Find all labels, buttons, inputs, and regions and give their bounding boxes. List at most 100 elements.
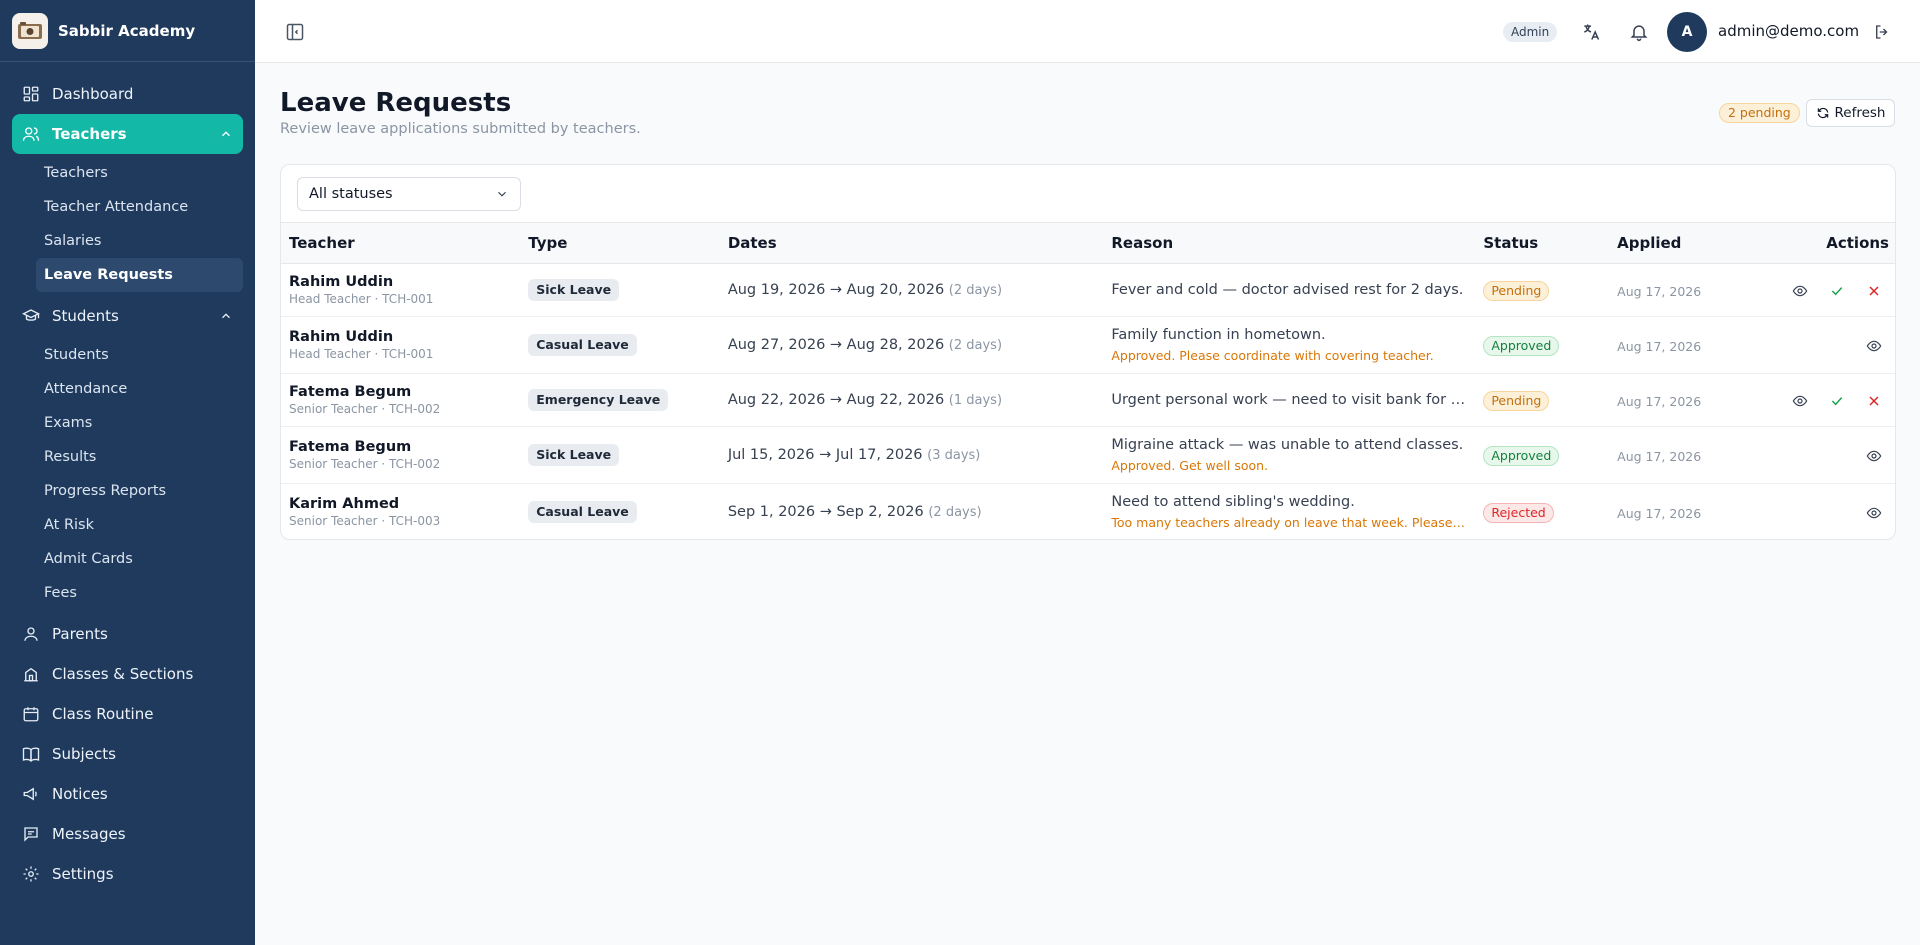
sidebar-item-parents[interactable]: Parents <box>12 614 243 654</box>
sidebar-item-students[interactable]: Students <box>12 296 243 336</box>
sidebar-item-settings[interactable]: Settings <box>12 854 243 894</box>
user-icon <box>22 625 40 643</box>
sidebar-item-label: Parents <box>52 625 108 643</box>
brand-name: Sabbir Academy <box>58 21 196 40</box>
column-header-reason[interactable]: Reason <box>1103 223 1475 264</box>
table-body: Rahim Uddin Head Teacher · TCH-001 Sick L… <box>281 263 1895 540</box>
view-eye-icon[interactable] <box>1865 504 1883 522</box>
teacher-name: Rahim Uddin <box>289 274 394 290</box>
leave-days: (2 days) <box>928 505 982 521</box>
table-row: Rahim Uddin Head Teacher · TCH-001 Casual… <box>281 316 1895 374</box>
teachers-submenu: Teachers Teacher Attendance Salaries Lea… <box>12 154 243 296</box>
leave-type-chip: Sick Leave <box>528 279 620 301</box>
approve-check-icon[interactable] <box>1828 392 1846 410</box>
brand[interactable]: Sabbir Academy <box>0 0 255 62</box>
leave-reason: Need to attend sibling's wedding. <box>1111 494 1355 511</box>
sidebar-item-label: Teachers <box>52 125 127 143</box>
refresh-icon <box>1817 107 1828 119</box>
column-header-status[interactable]: Status <box>1475 223 1609 264</box>
translate-icon[interactable] <box>1580 21 1602 43</box>
view-eye-icon[interactable] <box>1865 447 1883 465</box>
leave-dates: Aug 22, 2026 → Aug 22, 2026 <box>727 392 945 408</box>
leave-days: (3 days) <box>927 448 981 463</box>
sidebar-subitem-admit-cards[interactable]: Admit Cards <box>36 542 243 576</box>
sidebar-subitem-results[interactable]: Results <box>36 440 243 474</box>
sidebar-subitem-teachers[interactable]: Teachers <box>36 156 243 190</box>
reject-close-icon[interactable] <box>1865 392 1883 410</box>
column-header-teacher[interactable]: Teacher <box>281 223 520 264</box>
page-title: Leave Requests <box>280 88 512 118</box>
leave-dates: Jul 15, 2026 → Jul 17, 2026 <box>727 447 923 463</box>
bell-icon[interactable] <box>1628 21 1650 43</box>
megaphone-icon <box>22 785 40 803</box>
sidebar-item-teachers[interactable]: Teachers <box>12 114 243 154</box>
leave-requests-table: Teacher Type Dates Reason Status Applied… <box>281 222 1895 540</box>
teacher-meta: Head Teacher · TCH-001 <box>289 292 434 306</box>
status-badge: Approved <box>1483 335 1560 356</box>
sidebar: Sabbir Academy Dashboard Teachers Teache… <box>0 0 255 945</box>
dashboard-icon <box>22 85 40 103</box>
leave-dates: Aug 19, 2026 → Aug 20, 2026 <box>727 282 945 298</box>
sidebar-subitem-attendance[interactable]: Attendance <box>36 372 243 406</box>
applied-date: Aug 17, 2026 <box>1617 283 1702 299</box>
calendar-icon <box>22 705 40 723</box>
applied-date: Aug 17, 2026 <box>1617 505 1702 521</box>
pending-count-badge: 2 pending <box>1719 103 1800 123</box>
top-bar: Admin A admin@demo.com <box>255 0 1920 63</box>
teacher-meta: Senior Teacher · TCH-002 <box>289 457 441 471</box>
logout-icon[interactable] <box>1871 21 1893 43</box>
applied-date: Aug 17, 2026 <box>1617 338 1702 354</box>
leave-reason: Migraine attack — was unable to attend c… <box>1111 437 1464 453</box>
leave-requests-card: All statuses Teacher Type Dates Reason S… <box>280 164 1896 540</box>
book-icon <box>22 745 40 763</box>
leave-days: (2 days) <box>948 338 1003 353</box>
teacher-meta: Head Teacher · TCH-001 <box>289 347 434 361</box>
teacher-meta: Senior Teacher · TCH-002 <box>289 402 441 416</box>
leave-reason: Fever and cold — doctor advised rest for… <box>1111 282 1464 298</box>
sidebar-item-notices[interactable]: Notices <box>12 774 243 814</box>
teacher-name: Fatema Begum <box>289 384 412 400</box>
avatar[interactable]: A <box>1667 12 1707 52</box>
table-row: Fatema Begum Senior Teacher · TCH-002 Sic… <box>281 426 1895 484</box>
sidebar-subitem-salaries[interactable]: Salaries <box>36 224 243 258</box>
users-icon <box>22 125 40 143</box>
sidebar-toggle-icon[interactable] <box>285 22 305 42</box>
refresh-button[interactable]: Refresh <box>1806 99 1895 127</box>
sidebar-item-messages[interactable]: Messages <box>12 814 243 854</box>
sidebar-subitem-students[interactable]: Students <box>36 338 243 372</box>
leave-type-chip: Casual Leave <box>528 334 637 356</box>
sidebar-item-class-routine[interactable]: Class Routine <box>12 694 243 734</box>
column-header-type[interactable]: Type <box>520 223 720 264</box>
sidebar-item-label: Students <box>52 307 119 325</box>
view-eye-icon[interactable] <box>1865 337 1883 355</box>
sidebar-subitem-exams[interactable]: Exams <box>36 406 243 440</box>
table-header-row: Teacher Type Dates Reason Status Applied… <box>281 222 1895 264</box>
brand-logo <box>12 12 48 49</box>
column-header-applied[interactable]: Applied <box>1609 223 1769 264</box>
sidebar-subitem-teacher-attendance[interactable]: Teacher Attendance <box>36 190 243 224</box>
column-header-actions: Actions <box>1826 234 1889 252</box>
sidebar-item-dashboard[interactable]: Dashboard <box>12 74 243 114</box>
leave-type-chip: Casual Leave <box>528 501 637 524</box>
column-header-dates[interactable]: Dates <box>720 223 1104 264</box>
status-badge: Approved <box>1483 445 1560 466</box>
sidebar-subitem-leave-requests[interactable]: Leave Requests <box>36 258 243 292</box>
sidebar-item-classes[interactable]: Classes & Sections <box>12 654 243 694</box>
sidebar-subitem-progress-reports[interactable]: Progress Reports <box>36 474 243 508</box>
status-badge: Pending <box>1483 280 1550 301</box>
status-filter-select[interactable]: All statuses <box>297 177 521 211</box>
table-row: Rahim Uddin Head Teacher · TCH-001 Sick L… <box>281 263 1895 317</box>
status-badge: Rejected <box>1483 502 1554 523</box>
view-eye-icon[interactable] <box>1791 282 1809 300</box>
reject-close-icon[interactable] <box>1865 282 1883 300</box>
sidebar-subitem-at-risk[interactable]: At Risk <box>36 508 243 542</box>
teacher-meta: Senior Teacher · TCH-003 <box>289 514 441 529</box>
sidebar-item-subjects[interactable]: Subjects <box>12 734 243 774</box>
view-eye-icon[interactable] <box>1791 392 1809 410</box>
page-subtitle: Review leave applications submitted by t… <box>280 121 641 137</box>
approve-check-icon[interactable] <box>1828 282 1846 300</box>
leave-reason: Family function in hometown. <box>1111 327 1326 343</box>
sidebar-item-label: Notices <box>52 785 108 803</box>
sidebar-subitem-fees[interactable]: Fees <box>36 576 243 610</box>
refresh-label: Refresh <box>1834 105 1886 121</box>
